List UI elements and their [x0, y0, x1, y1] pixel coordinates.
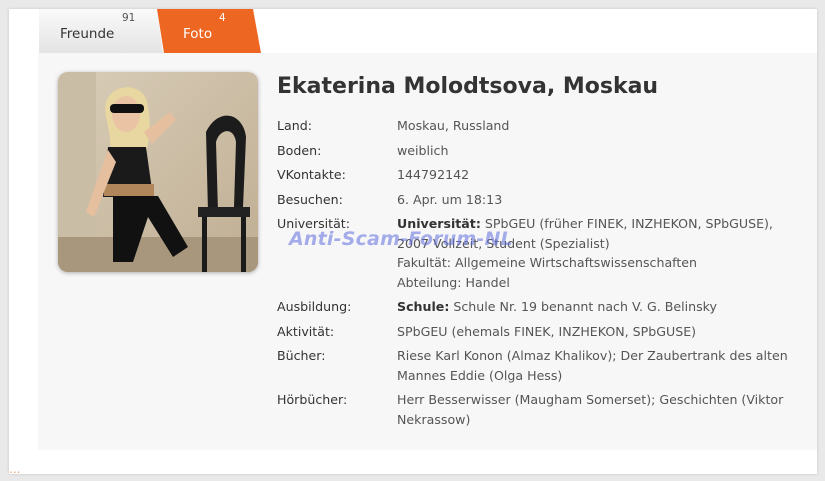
info-label: Aktivität: [277, 324, 335, 339]
school-value: Schule Nr. 19 benannt nach V. G. Belinsk… [453, 299, 717, 314]
info-label: Ausbildung: [277, 299, 352, 314]
profile-card: Ekaterina Molodtsova, Moskau Land: Moska… [38, 53, 817, 450]
info-label: VKontakte: [277, 167, 346, 182]
profile-photo[interactable] [58, 72, 258, 272]
tab-photo-label: Foto [183, 26, 213, 42]
tab-friends-count: 91 [122, 12, 136, 24]
info-value: 6. Apr. um 18:13 [397, 192, 503, 207]
info-label: Boden: [277, 143, 322, 158]
footer-watermark: ... [9, 462, 21, 474]
info-value: 144792142 [397, 167, 470, 182]
profile-name: Ekaterina Molodtsova, Moskau [277, 74, 659, 99]
info-value: weiblich [397, 143, 449, 158]
info-value: Herr Besserwisser (Maugham Somerset); Ge… [397, 392, 784, 427]
info-label: Besuchen: [277, 192, 343, 207]
department-value: Abteilung: Handel [397, 274, 510, 290]
faculty-value: Fakultät: Allgemeine Wirtschaftswissensc… [397, 255, 698, 270]
info-label: Hörbücher: [277, 392, 348, 407]
tab-photo-count: 4 [219, 12, 226, 24]
watermark: Anti-Scam-Forum-NL [289, 228, 513, 250]
info-value: SPbGEU (ehemals FINEK, INZHEKON, SPbGUSE… [397, 324, 697, 339]
profile-photo-image [58, 72, 258, 272]
profile-frame: Freunde 91 Foto 4 Ekaterina Molodtsova, … [9, 9, 817, 474]
tab-friends[interactable]: Freunde 91 [39, 9, 163, 53]
tab-photo[interactable]: Foto 4 [157, 9, 261, 53]
info-label: Bücher: [277, 348, 326, 363]
info-value: Schule: Schule Nr. 19 benannt nach V. G.… [397, 297, 807, 317]
info-value: Universität: SPbGEU (früher FINEK, INZHE… [397, 214, 807, 292]
info-value: Moskau, Russland [397, 118, 510, 133]
school-prefix: Schule: [397, 299, 450, 314]
info-label: Land: [277, 118, 312, 133]
info-value: Riese Karl Konon (Almaz Khalikov); Der Z… [397, 348, 788, 383]
tab-friends-label: Freunde [60, 26, 115, 42]
